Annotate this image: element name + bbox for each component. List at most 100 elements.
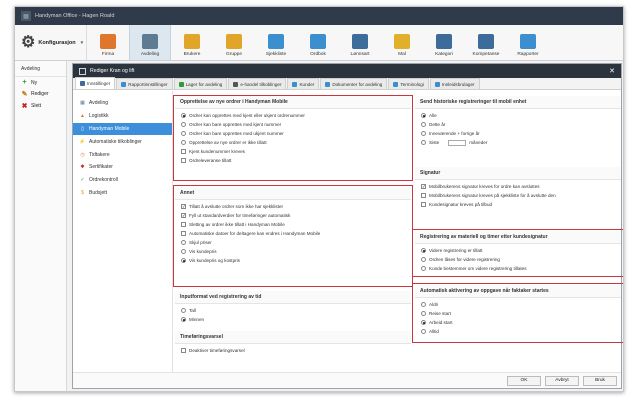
checkbox-option[interactable]: Ordreleveranse tillatt [175,156,411,165]
radio-option[interactable]: Opprettelse av nye ordrer er ikke tillat… [175,138,411,147]
checkbox[interactable] [181,158,186,163]
radio-option[interactable]: Reise start [415,309,621,318]
tab-7[interactable]: Innleidsbrulager [429,78,480,89]
ok-button[interactable]: OK [507,375,541,386]
radio-button[interactable] [421,302,426,307]
radio-option[interactable]: Minnen [175,315,411,324]
checkbox-option[interactable]: Kjent kundenummer kreves [175,147,411,156]
radio-option[interactable]: Videre registrering er tillatt [415,246,621,255]
ribbon-button-kompetanse[interactable]: Kompetanse [465,25,507,60]
ribbon-button-ordbok[interactable]: Ordbok [297,25,339,60]
radio-button[interactable] [421,257,426,262]
radio-button[interactable] [181,308,186,313]
tab-4[interactable]: Kunder [287,78,320,89]
checkbox[interactable] [421,193,426,198]
checkbox-option[interactable]: ✓ Tillatt å avslutte ordrer som ikke har … [175,202,411,211]
radio-option[interactable]: Skjul priser [175,238,411,247]
ribbon-button-avdeling[interactable]: Avdeling [129,25,171,60]
apply-button[interactable]: Bruk [583,375,617,386]
tab-0[interactable]: Innstillinger [75,77,116,89]
left-action-ny[interactable]: + Ny [15,77,66,88]
nav-item-7[interactable]: $ Budsjett [73,187,172,200]
radio-button[interactable] [181,113,186,118]
checkbox-option[interactable]: Automatiske datoer for deltagere kan end… [175,229,411,238]
radio-option[interactable]: Ordrer kan bare opprettes med kjent numm… [175,120,411,129]
cancel-button[interactable]: Avbryt [545,375,579,386]
ribbon-button-brukere[interactable]: Brukere [171,25,213,60]
radio-option[interactable]: Alltid [415,327,621,336]
checkbox-option[interactable]: Deaktiver timeføringsvarsel [175,346,411,355]
tab-5[interactable]: Dokumenter for avdeling [320,78,388,89]
ribbon-button-mal[interactable]: Mal [381,25,423,60]
checkbox-option[interactable]: Sletting av ordrer ikke tillatt i Handym… [175,220,411,229]
checkbox-option[interactable]: Kundesignatur kreves på tilbud [415,200,621,209]
radio-button[interactable] [421,266,426,271]
checkbox[interactable] [181,231,186,236]
radio-button[interactable] [181,131,186,136]
radio-button[interactable] [421,248,426,253]
checkbox[interactable]: ✓ [181,213,186,218]
checkbox[interactable]: ✓ [421,184,426,189]
section-other: Annet ✓ Tillatt å avslutte ordrer som ikke… [175,187,411,285]
radio-button[interactable] [421,320,426,325]
close-icon[interactable]: ✕ [609,67,615,75]
radio-option[interactable]: Kunde bestemmer om videre registrering t… [415,264,621,273]
nav-item-4[interactable]: ◷ Tidtakere [73,148,172,161]
nav-item-3[interactable]: ⚡ Automatiske tilkoblinger [73,135,172,148]
ribbon-button-lønnsart[interactable]: Lønnsart [339,25,381,60]
left-action-rediger[interactable]: ✎ Rediger [15,88,66,100]
nav-item-2[interactable]: ▯ Handyman Mobile [73,122,172,136]
radio-option[interactable]: Aldri [415,300,621,309]
radio-option[interactable]: Vis kundepris og kostpris [175,256,411,265]
radio-option[interactable]: Tall [175,306,411,315]
radio-button[interactable] [421,131,426,136]
months-input[interactable] [448,139,467,146]
radio-option[interactable]: Dette år [415,120,621,129]
radio-button[interactable] [181,240,186,245]
ribbon-button-sjekkliste[interactable]: Sjekkliste [255,25,297,60]
radio-button[interactable] [181,122,186,127]
ribbon-button-kategori[interactable]: Kategori [423,25,465,60]
tab-1[interactable]: Rapportinnstillinger [116,78,173,89]
radio-button[interactable] [421,329,426,334]
tab-2[interactable]: Lager for avdeling [173,78,228,89]
left-action-slett[interactable]: ✖ Slett [15,100,66,112]
radio-option[interactable]: Alle [415,111,621,120]
nav-item-1[interactable]: ▲ Logistikk [73,110,172,123]
checkbox[interactable] [181,149,186,154]
radio-button[interactable] [181,140,186,145]
radio-button[interactable] [181,249,186,254]
option-label: Alle [429,113,437,118]
radio-button[interactable] [181,317,186,322]
configuration-menu[interactable]: ⚙ Konfigurasjon ▾ [15,25,87,60]
tab-3[interactable]: e-handel tilkoblinger [228,78,287,89]
radio-option[interactable]: Ordrer kan bare opprettes med ukjent num… [175,129,411,138]
nav-item-5[interactable]: ✱ Sertifikater [73,161,172,174]
radio-option[interactable]: Ordren låses for videre registrering [415,255,621,264]
checkbox-option[interactable]: ✓ Fyll ut standardverdier for timeføringe… [175,211,411,220]
radio-button[interactable] [421,113,426,118]
checkbox[interactable]: ✓ [181,204,186,209]
tab-6[interactable]: Terminologi [388,78,429,89]
radio-option[interactable]: Ordrer kan opprettes med kjent eller ukj… [175,111,411,120]
ribbon-button-firma[interactable]: Firma [87,25,129,60]
option-label: Mobilbrukerens signatur kreves for ordre… [429,184,540,189]
nav-item-0[interactable]: ▦ Avdeling [73,97,172,110]
ribbon-button-label: Kompetanse [472,52,500,57]
radio-button[interactable] [421,311,426,316]
checkbox[interactable] [181,348,186,353]
radio-button[interactable] [421,122,426,127]
checkbox-option[interactable]: ✓ Mobilbrukerens signatur kreves for ordr… [415,182,621,191]
radio-option[interactable]: Inneværende + forrige år [415,129,621,138]
checkbox[interactable] [181,222,186,227]
radio-option[interactable]: Arbeid start [415,318,621,327]
radio-button[interactable] [421,140,426,145]
radio-button[interactable] [181,258,186,263]
ribbon-button-rapporter[interactable]: Rapporter [507,25,549,60]
radio-option[interactable]: Vis kundepris [175,247,411,256]
checkbox[interactable] [421,202,426,207]
checkbox-option[interactable]: Mobilbrukerens signatur kreves på sjekkl… [415,191,621,200]
radio-option[interactable]: Siste måneder [415,138,621,147]
ribbon-button-gruppe[interactable]: Gruppe [213,25,255,60]
nav-item-6[interactable]: ✓ Ordrekontroll [73,174,172,187]
